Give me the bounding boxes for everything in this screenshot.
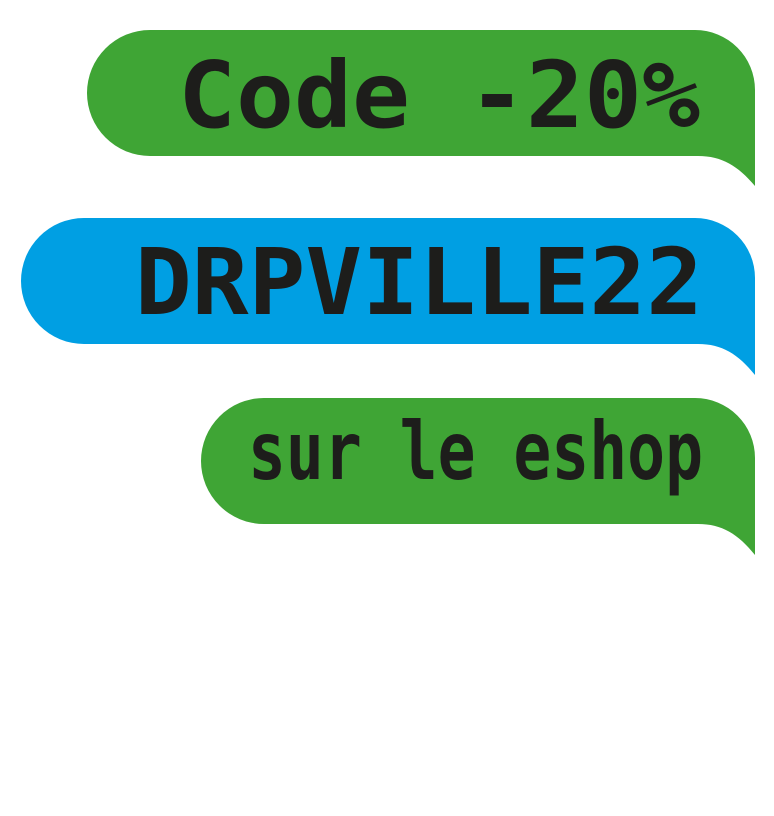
bubble-eshop: sur le eshop [201, 398, 755, 555]
bubble-code-discount: Code -20% [87, 30, 755, 186]
chat-bubbles: Code -20% DRPVILLE22 sur le eshop [21, 30, 755, 555]
discount-text: Code -20% [178, 42, 700, 149]
bubble-promo-code: DRPVILLE22 [21, 218, 755, 375]
promo-graphic: Code -20% DRPVILLE22 sur le eshop [0, 0, 774, 816]
promo-code-text: DRPVILLE22 [135, 229, 703, 336]
eshop-text: sur le eshop [248, 405, 703, 498]
